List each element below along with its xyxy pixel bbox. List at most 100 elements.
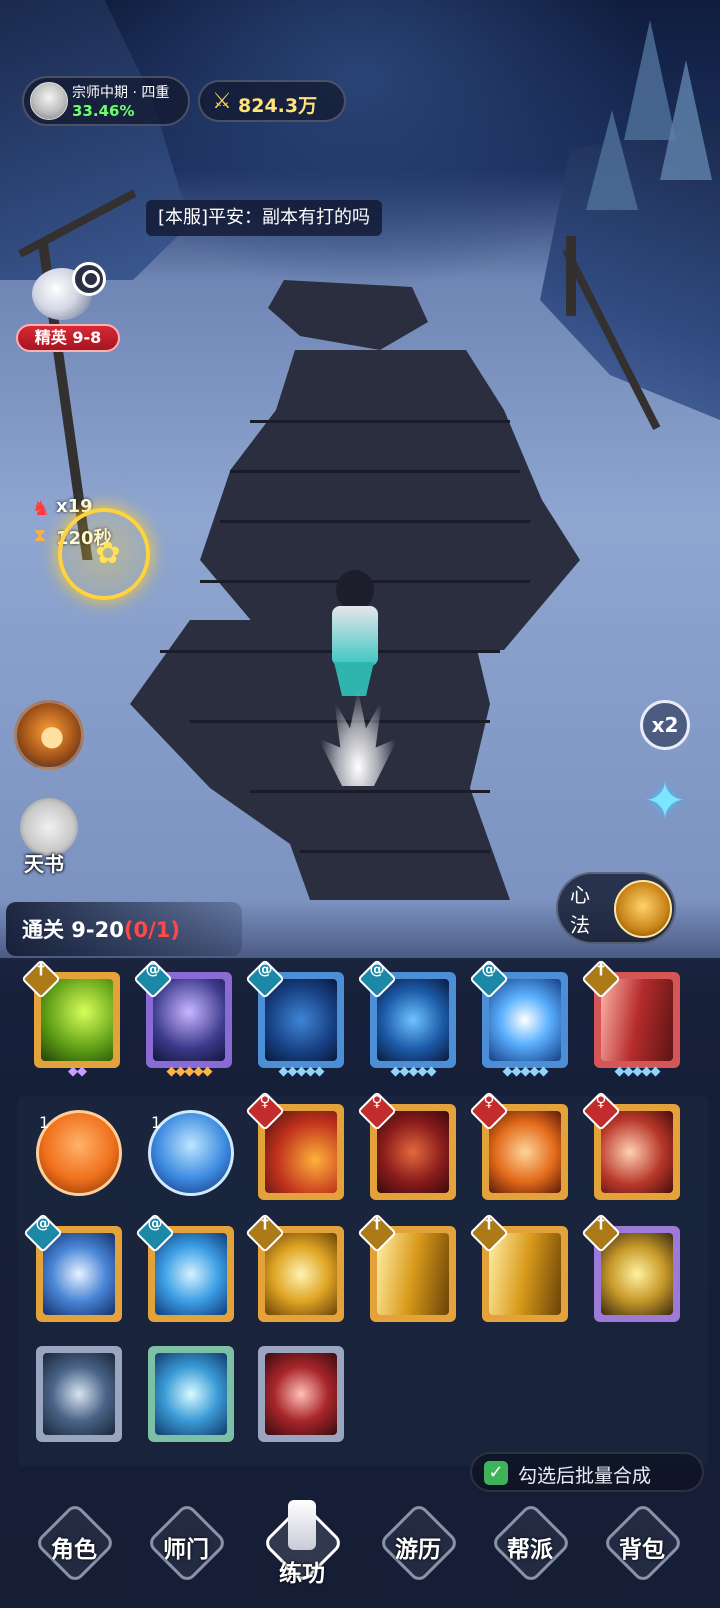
- pine-tree: [660, 60, 712, 180]
- vortex-icon: [377, 1111, 449, 1193]
- equipped-skill-card[interactable]: @ ◆◆◆◆◆: [245, 959, 344, 1079]
- skill-card[interactable]: ♀: [357, 1091, 456, 1200]
- nav-label: 练功: [279, 1561, 325, 1587]
- nav-label: 背包: [619, 1537, 665, 1563]
- rank-percent: 33.46%: [72, 102, 135, 120]
- rank-panel[interactable]: 宗师中期 · 四重 33.46%: [22, 76, 190, 126]
- sword-rain-icon: [601, 979, 673, 1061]
- search-icon: [72, 262, 106, 296]
- equipped-skill-card[interactable]: @ ◆◆◆◆◆: [469, 959, 568, 1079]
- star-gems: ◆◆◆◆◆: [278, 1064, 325, 1079]
- nav-bag[interactable]: 背包: [594, 1501, 690, 1592]
- checkbox-checked-icon[interactable]: ✓: [484, 1461, 508, 1485]
- skill-card[interactable]: †: [357, 1213, 456, 1322]
- skill-flower-button[interactable]: ✿: [58, 508, 150, 600]
- red-slash-icon: [265, 1353, 337, 1435]
- bagua-palm-icon: [377, 979, 449, 1061]
- item-count: 1: [39, 1113, 50, 1132]
- skill-card[interactable]: ♀: [245, 1091, 344, 1200]
- quest-tracker[interactable]: 通关 9-20(0/1): [6, 902, 242, 956]
- nav-label: 帮派: [507, 1537, 553, 1563]
- skill-card[interactable]: [36, 1346, 122, 1442]
- plank-seam: [220, 520, 530, 523]
- nav-role[interactable]: 角色: [26, 1501, 122, 1592]
- quest-prefix: 通关 9-20: [22, 918, 124, 942]
- plank-seam: [250, 420, 510, 423]
- skill-card[interactable]: @: [23, 1213, 122, 1322]
- skill-card[interactable]: @: [135, 1213, 234, 1322]
- equipped-skill-card[interactable]: @ ◆◆◆◆◆: [357, 959, 456, 1079]
- rank-title: 宗师中期 · 四重: [72, 85, 170, 101]
- skill-card[interactable]: [258, 1346, 344, 1442]
- skill-card[interactable]: ♀: [469, 1091, 568, 1200]
- lightning-palm-icon: [489, 979, 561, 1061]
- quest-text: 通关 9-20(0/1): [22, 914, 180, 944]
- nav-travel[interactable]: 游历: [370, 1501, 466, 1592]
- dungeon-label: 精英 9-8: [16, 324, 120, 352]
- kunai-icon: [155, 1353, 227, 1435]
- triple-sword-icon: [489, 1233, 561, 1315]
- combat-power-value: 824.3万: [238, 95, 318, 117]
- dungeon-button[interactable]: 精英 9-8: [10, 262, 120, 360]
- plank-seam: [230, 470, 520, 473]
- golden-ring-icon: [601, 1233, 673, 1315]
- constellation-icon: [265, 979, 337, 1061]
- xinfa-label: 心法: [570, 883, 590, 937]
- dart-icon: [43, 1353, 115, 1435]
- equipped-skill-card[interactable]: † ◆◆: [21, 959, 120, 1079]
- crossed-swords-icon: ⚔: [212, 89, 232, 114]
- item-count: 1: [151, 1113, 162, 1132]
- chat-message[interactable]: [本服]平安：副本有打的吗: [146, 200, 383, 236]
- equipped-skill-card[interactable]: † ◆◆◆◆◆: [581, 959, 680, 1079]
- fist-icon: [601, 1111, 673, 1193]
- star-gems: ◆◆◆◆◆: [614, 1064, 661, 1079]
- claw-hand-icon: [43, 1233, 115, 1315]
- nav-sect[interactable]: 师门: [138, 1501, 234, 1592]
- star-gems: ◆◆◆◆◆: [502, 1064, 549, 1079]
- star-gems: ◆◆: [68, 1064, 87, 1079]
- nav-guild[interactable]: 帮派: [482, 1501, 578, 1592]
- plank-seam: [250, 790, 490, 793]
- spirit-orb-icon: [153, 979, 225, 1061]
- star-gem-icon[interactable]: ✦: [636, 772, 694, 830]
- triple-sword-icon: [377, 1233, 449, 1315]
- nav-training[interactable]: 练功: [254, 1500, 350, 1592]
- skill-card[interactable]: †: [245, 1213, 344, 1322]
- flame-staff-icon: [265, 1111, 337, 1193]
- tianshu-button[interactable]: 天书: [16, 798, 80, 878]
- nav-label: 师门: [163, 1537, 209, 1563]
- hourglass-icon: ⧗: [33, 525, 47, 546]
- pouch-icon: ●: [39, 719, 65, 752]
- tianshu-label: 天书: [24, 852, 64, 876]
- speed-toggle-button[interactable]: x2: [640, 700, 690, 750]
- equipped-skill-card[interactable]: @ ◆◆◆◆◆: [133, 959, 232, 1079]
- fire-palm-icon: [489, 1111, 561, 1193]
- training-post-icon: [288, 1500, 316, 1550]
- water-orb-item[interactable]: 1: [148, 1110, 234, 1196]
- fire-orb-item[interactable]: 1: [36, 1110, 122, 1196]
- quest-progress: (0/1): [123, 918, 180, 942]
- xinfa-button[interactable]: 心法: [556, 872, 676, 944]
- star-gems: ◆◆◆◆◆: [390, 1064, 437, 1079]
- wind-slash-icon: [41, 979, 113, 1061]
- plank-seam: [300, 850, 490, 853]
- batch-merge-toggle[interactable]: ✓ 勾选后批量合成: [470, 1452, 704, 1492]
- combat-power-panel[interactable]: ⚔ 824.3万: [198, 80, 346, 122]
- flower-icon: ✿: [95, 536, 121, 571]
- demon-icon: ♞: [32, 496, 50, 520]
- skill-card[interactable]: [148, 1346, 234, 1442]
- pine-tree: [586, 110, 638, 210]
- bottom-nav: 角色 师门 练功 游历 帮派 背包: [0, 1496, 720, 1608]
- lucky-bag-button[interactable]: ●: [14, 700, 84, 770]
- skill-card[interactable]: †: [469, 1213, 568, 1322]
- star-gems: ◆◆◆◆◆: [166, 1064, 213, 1079]
- water-fist-icon: [155, 1233, 227, 1315]
- player-character[interactable]: [320, 570, 390, 700]
- blade-slash-icon: [265, 1233, 337, 1315]
- skill-card[interactable]: †: [581, 1213, 680, 1322]
- skill-card[interactable]: ♀: [581, 1091, 680, 1200]
- avatar: [30, 82, 68, 120]
- batch-merge-label: 勾选后批量合成: [518, 1465, 652, 1487]
- nav-label: 角色: [51, 1537, 97, 1563]
- nav-label: 游历: [395, 1537, 441, 1563]
